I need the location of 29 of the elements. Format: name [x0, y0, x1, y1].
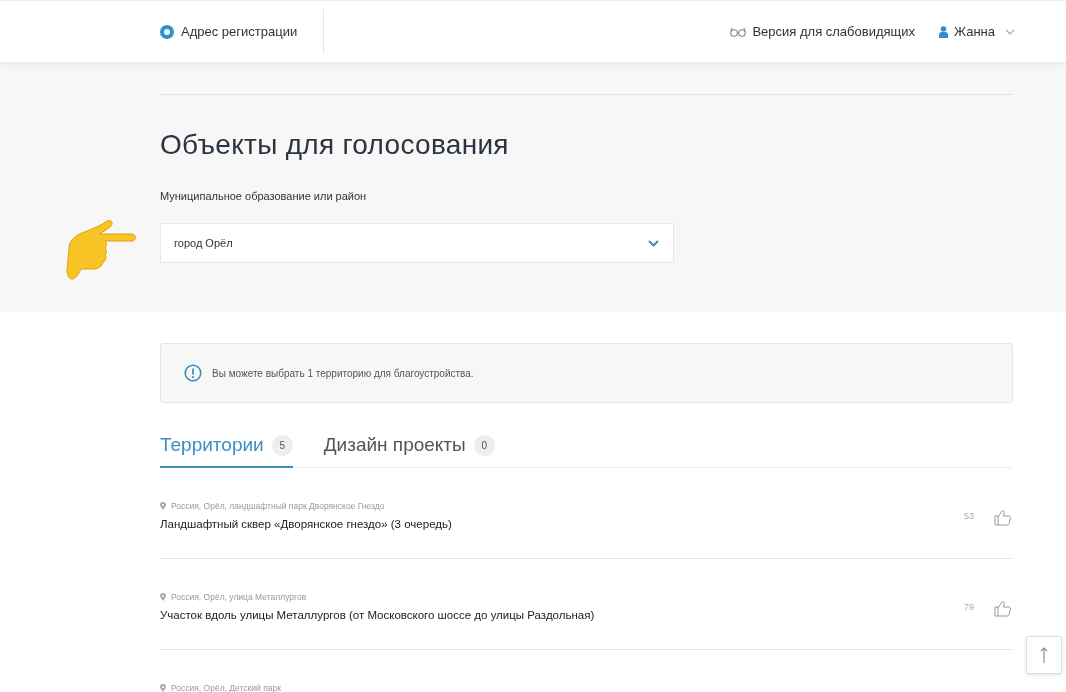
item-address: Россия, Орёл, Детский парк	[171, 681, 281, 692]
tab[interactable]: Дизайн проекты 0	[323, 431, 495, 468]
arrow-up-icon	[1040, 647, 1048, 663]
item-address: Россия, Орёл, улица Металлургов	[171, 590, 307, 604]
address-link[interactable]: Адрес регистрации	[160, 9, 325, 54]
pin-icon	[160, 501, 166, 510]
district-select[interactable]: город Орёл	[160, 223, 674, 264]
user-menu[interactable]: Жанна	[939, 21, 1015, 42]
caret-icon	[1005, 28, 1015, 35]
like-count: 79	[964, 600, 975, 614]
item-title[interactable]: Участок вдоль улицы Металлургов (от Московского шоссе до улицы Раздольная)	[160, 607, 595, 625]
chevron-icon	[648, 239, 659, 247]
like-count: 53	[964, 509, 975, 523]
info-icon	[184, 364, 202, 382]
page-title: Объекты для голосования	[160, 128, 510, 162]
pin-icon	[160, 592, 166, 601]
count-badge: 0	[473, 434, 495, 456]
tab[interactable]: Территории 5	[160, 431, 293, 468]
accessibility-link[interactable]: Версия для слабовидящих	[730, 21, 916, 42]
item-address: Россия, Орёл, ландшафтный парк Дворянское Гнездо	[171, 499, 385, 513]
count-badge: 5	[271, 434, 293, 456]
glasses-icon	[730, 26, 747, 37]
scroll-top-button[interactable]	[1026, 636, 1062, 674]
notice-text: Вы можете выбрать 1 территорию для благоустройства.	[212, 366, 474, 381]
pin-icon	[160, 683, 166, 692]
user-icon	[939, 25, 949, 38]
field-label: Муниципальное образование или район	[160, 188, 368, 204]
radio-icon	[160, 24, 174, 39]
item-title[interactable]: Ландшафтный сквер «Дворянское гнездо» (3 очередь)	[160, 516, 452, 534]
